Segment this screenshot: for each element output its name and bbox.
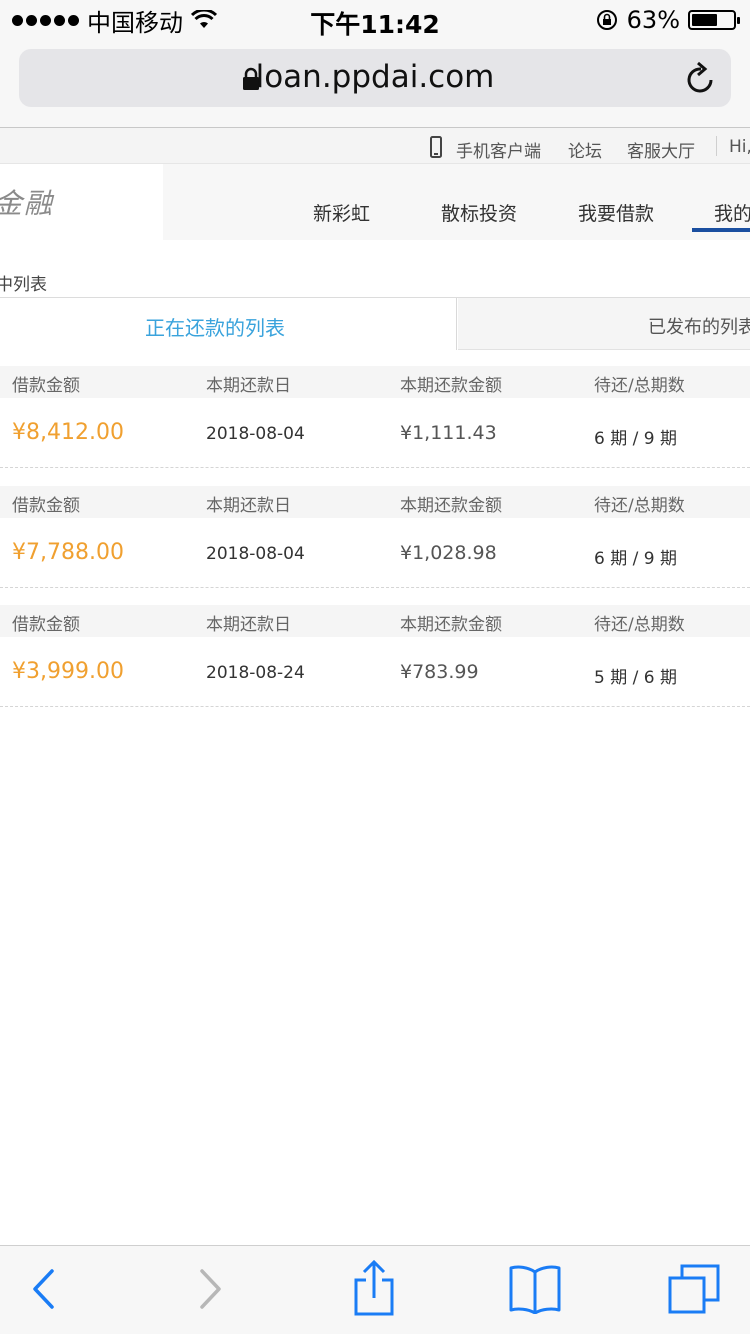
loan-due-date: 2018-08-04 <box>206 544 305 564</box>
logo-text: 金融 <box>0 187 55 220</box>
col-due-amount-label: 本期还款金额 <box>400 496 502 516</box>
battery-icon <box>688 10 740 30</box>
loan-periods: 6 期 / 9 期 <box>594 549 677 569</box>
browser-address-area: loan.ppdai.com <box>0 40 750 128</box>
col-amount-label: 借款金额 <box>12 376 80 396</box>
loan-due-date: 2018-08-04 <box>206 424 305 444</box>
loan-due-amount: ¥1,111.43 <box>400 422 497 444</box>
nav-item-borrow[interactable]: 我要借款 <box>578 199 654 226</box>
col-amount-label: 借款金额 <box>12 496 80 516</box>
nav-item-mine[interactable]: 我的 <box>714 199 750 226</box>
battery-percent: 63% <box>626 6 680 34</box>
nav-active-indicator <box>692 228 750 232</box>
loan-due-date: 2018-08-24 <box>206 663 305 683</box>
forward-icon[interactable] <box>196 1268 224 1310</box>
service-hall-link[interactable]: 客服大厅 <box>627 137 695 162</box>
loan-due-amount: ¥1,028.98 <box>400 542 497 564</box>
site-logo[interactable]: 金融 <box>0 164 163 246</box>
battery-fill <box>692 14 718 26</box>
reload-icon[interactable] <box>685 61 717 95</box>
status-right: 63% <box>595 6 740 34</box>
tab-published-label: 已发布的列表 <box>648 317 750 338</box>
share-icon[interactable] <box>352 1260 396 1316</box>
mobile-client-link[interactable]: 手机客户端 <box>456 137 541 162</box>
col-amount-label: 借款金额 <box>12 615 80 635</box>
section-title: 中列表 <box>0 275 47 295</box>
loan-header-row: 借款金额 本期还款日 本期还款金额 待还/总期数 <box>0 366 750 398</box>
loan-amount: ¥8,412.00 <box>12 420 124 445</box>
loan-row[interactable]: ¥3,999.00 2018-08-24 ¥783.99 5 期 / 6 期 <box>0 637 750 707</box>
col-periods-label: 待还/总期数 <box>594 376 685 396</box>
tab-published-list[interactable]: 已发布的列表 <box>458 298 750 350</box>
loan-header-row: 借款金额 本期还款日 本期还款金额 待还/总期数 <box>0 486 750 518</box>
url-text: loan.ppdai.com <box>255 59 495 95</box>
loan-amount: ¥7,788.00 <box>12 540 124 565</box>
back-icon[interactable] <box>30 1268 58 1310</box>
user-greeting[interactable]: Hi, <box>729 137 750 157</box>
loan-amount: ¥3,999.00 <box>12 659 124 684</box>
nav-item-invest[interactable]: 散标投资 <box>441 199 517 226</box>
loan-row[interactable]: ¥7,788.00 2018-08-04 ¥1,028.98 6 期 / 9 期 <box>0 518 750 588</box>
loan-periods: 6 期 / 9 期 <box>594 429 677 449</box>
loan-row[interactable]: ¥8,412.00 2018-08-04 ¥1,111.43 6 期 / 9 期 <box>0 398 750 468</box>
tabs-icon[interactable] <box>668 1264 720 1314</box>
address-bar[interactable]: loan.ppdai.com <box>19 49 731 107</box>
tab-repaying-label: 正在还款的列表 <box>145 316 285 340</box>
col-due-date-label: 本期还款日 <box>206 496 291 516</box>
mobile-phone-icon <box>430 136 442 158</box>
forum-link[interactable]: 论坛 <box>568 137 602 162</box>
tab-repaying-list[interactable]: 正在还款的列表 <box>0 298 457 350</box>
rotation-lock-icon <box>596 10 617 30</box>
status-bar: 中国移动 下午11:42 63% <box>0 0 750 40</box>
col-due-amount-label: 本期还款金额 <box>400 376 502 396</box>
bookmarks-icon[interactable] <box>508 1264 562 1314</box>
top-links-divider <box>716 136 717 156</box>
nav-item-rainbow[interactable]: 新彩虹 <box>313 199 370 226</box>
loan-periods: 5 期 / 6 期 <box>594 668 677 688</box>
col-periods-label: 待还/总期数 <box>594 496 685 516</box>
col-periods-label: 待还/总期数 <box>594 615 685 635</box>
col-due-date-label: 本期还款日 <box>206 615 291 635</box>
loan-header-row: 借款金额 本期还款日 本期还款金额 待还/总期数 <box>0 605 750 637</box>
loan-due-amount: ¥783.99 <box>400 661 479 683</box>
col-due-amount-label: 本期还款金额 <box>400 615 502 635</box>
col-due-date-label: 本期还款日 <box>206 376 291 396</box>
